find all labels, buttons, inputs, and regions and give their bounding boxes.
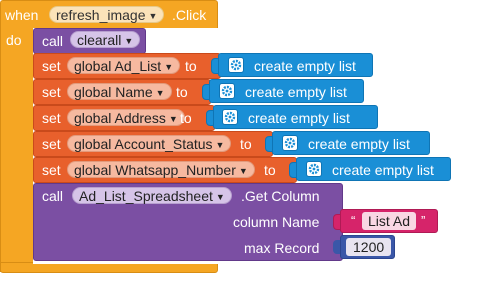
set-label: set [42,84,61,100]
quote-close: ” [421,213,426,228]
set-label: set [42,136,61,152]
variable-dropdown[interactable]: global Name ▼ [67,83,172,100]
variable-dropdown[interactable]: global Whatsapp_Number ▼ [67,161,255,178]
mutator-gear-icon[interactable] [222,109,238,125]
mutator-gear-icon[interactable] [306,161,322,177]
chevron-down-icon: ▼ [164,62,174,72]
event-block-side [0,28,34,272]
max-record-value[interactable]: 1200 [346,238,392,256]
chevron-down-icon: ▼ [215,192,225,202]
to-label: to [176,84,188,100]
component-dropdown[interactable]: refresh_image ▼ [49,6,165,23]
variable-dropdown[interactable]: global Address ▼ [67,109,185,126]
column-name-label: column Name [233,214,320,230]
call-label: call [42,33,64,49]
procedure-dropdown[interactable]: clearall ▼ [70,31,141,48]
to-label: to [185,58,197,74]
do-label: do [6,32,22,48]
chevron-down-icon: ▼ [238,166,248,176]
to-label: to [240,136,252,152]
column-name-value[interactable]: List Ad [362,212,417,230]
quote-open: “ [351,213,356,228]
when-label: when [5,7,39,23]
chevron-down-icon: ▼ [148,11,158,21]
variable-name: global Ad_List [74,58,162,74]
mutator-gear-icon[interactable] [282,135,298,151]
to-label: to [180,110,192,126]
variable-name: global Name [74,84,153,100]
max-record-label: max Record [244,240,320,256]
chevron-down-icon: ▼ [155,88,165,98]
list-label: create empty list [308,136,410,152]
chevron-down-icon: ▼ [168,114,178,124]
set-label: set [42,58,61,74]
to-label: to [264,162,276,178]
call-label: call [42,188,64,204]
variable-name: global Address [74,110,166,126]
list-label: create empty list [254,58,356,74]
mutator-gear-icon[interactable] [228,57,244,73]
component-name: Ad_List_Spreadsheet [79,188,213,204]
component-dropdown[interactable]: Ad_List_Spreadsheet ▼ [72,187,232,204]
list-label: create empty list [248,110,350,126]
list-label: create empty list [245,84,347,100]
set-label: set [42,110,61,126]
variable-dropdown[interactable]: global Ad_List ▼ [67,57,181,74]
set-label: set [42,162,61,178]
chevron-down-icon: ▼ [215,140,225,150]
list-label: create empty list [332,162,434,178]
mutator-gear-icon[interactable] [219,83,235,99]
method-name: .Get Column [241,188,320,204]
variable-name: global Whatsapp_Number [74,162,236,178]
procedure-name: clearall [77,32,122,48]
component-name: refresh_image [56,7,146,23]
variable-dropdown[interactable]: global Account_Status ▼ [67,135,232,152]
chevron-down-icon: ▼ [124,36,134,46]
event-name: .Click [172,7,207,23]
variable-name: global Account_Status [74,136,213,152]
